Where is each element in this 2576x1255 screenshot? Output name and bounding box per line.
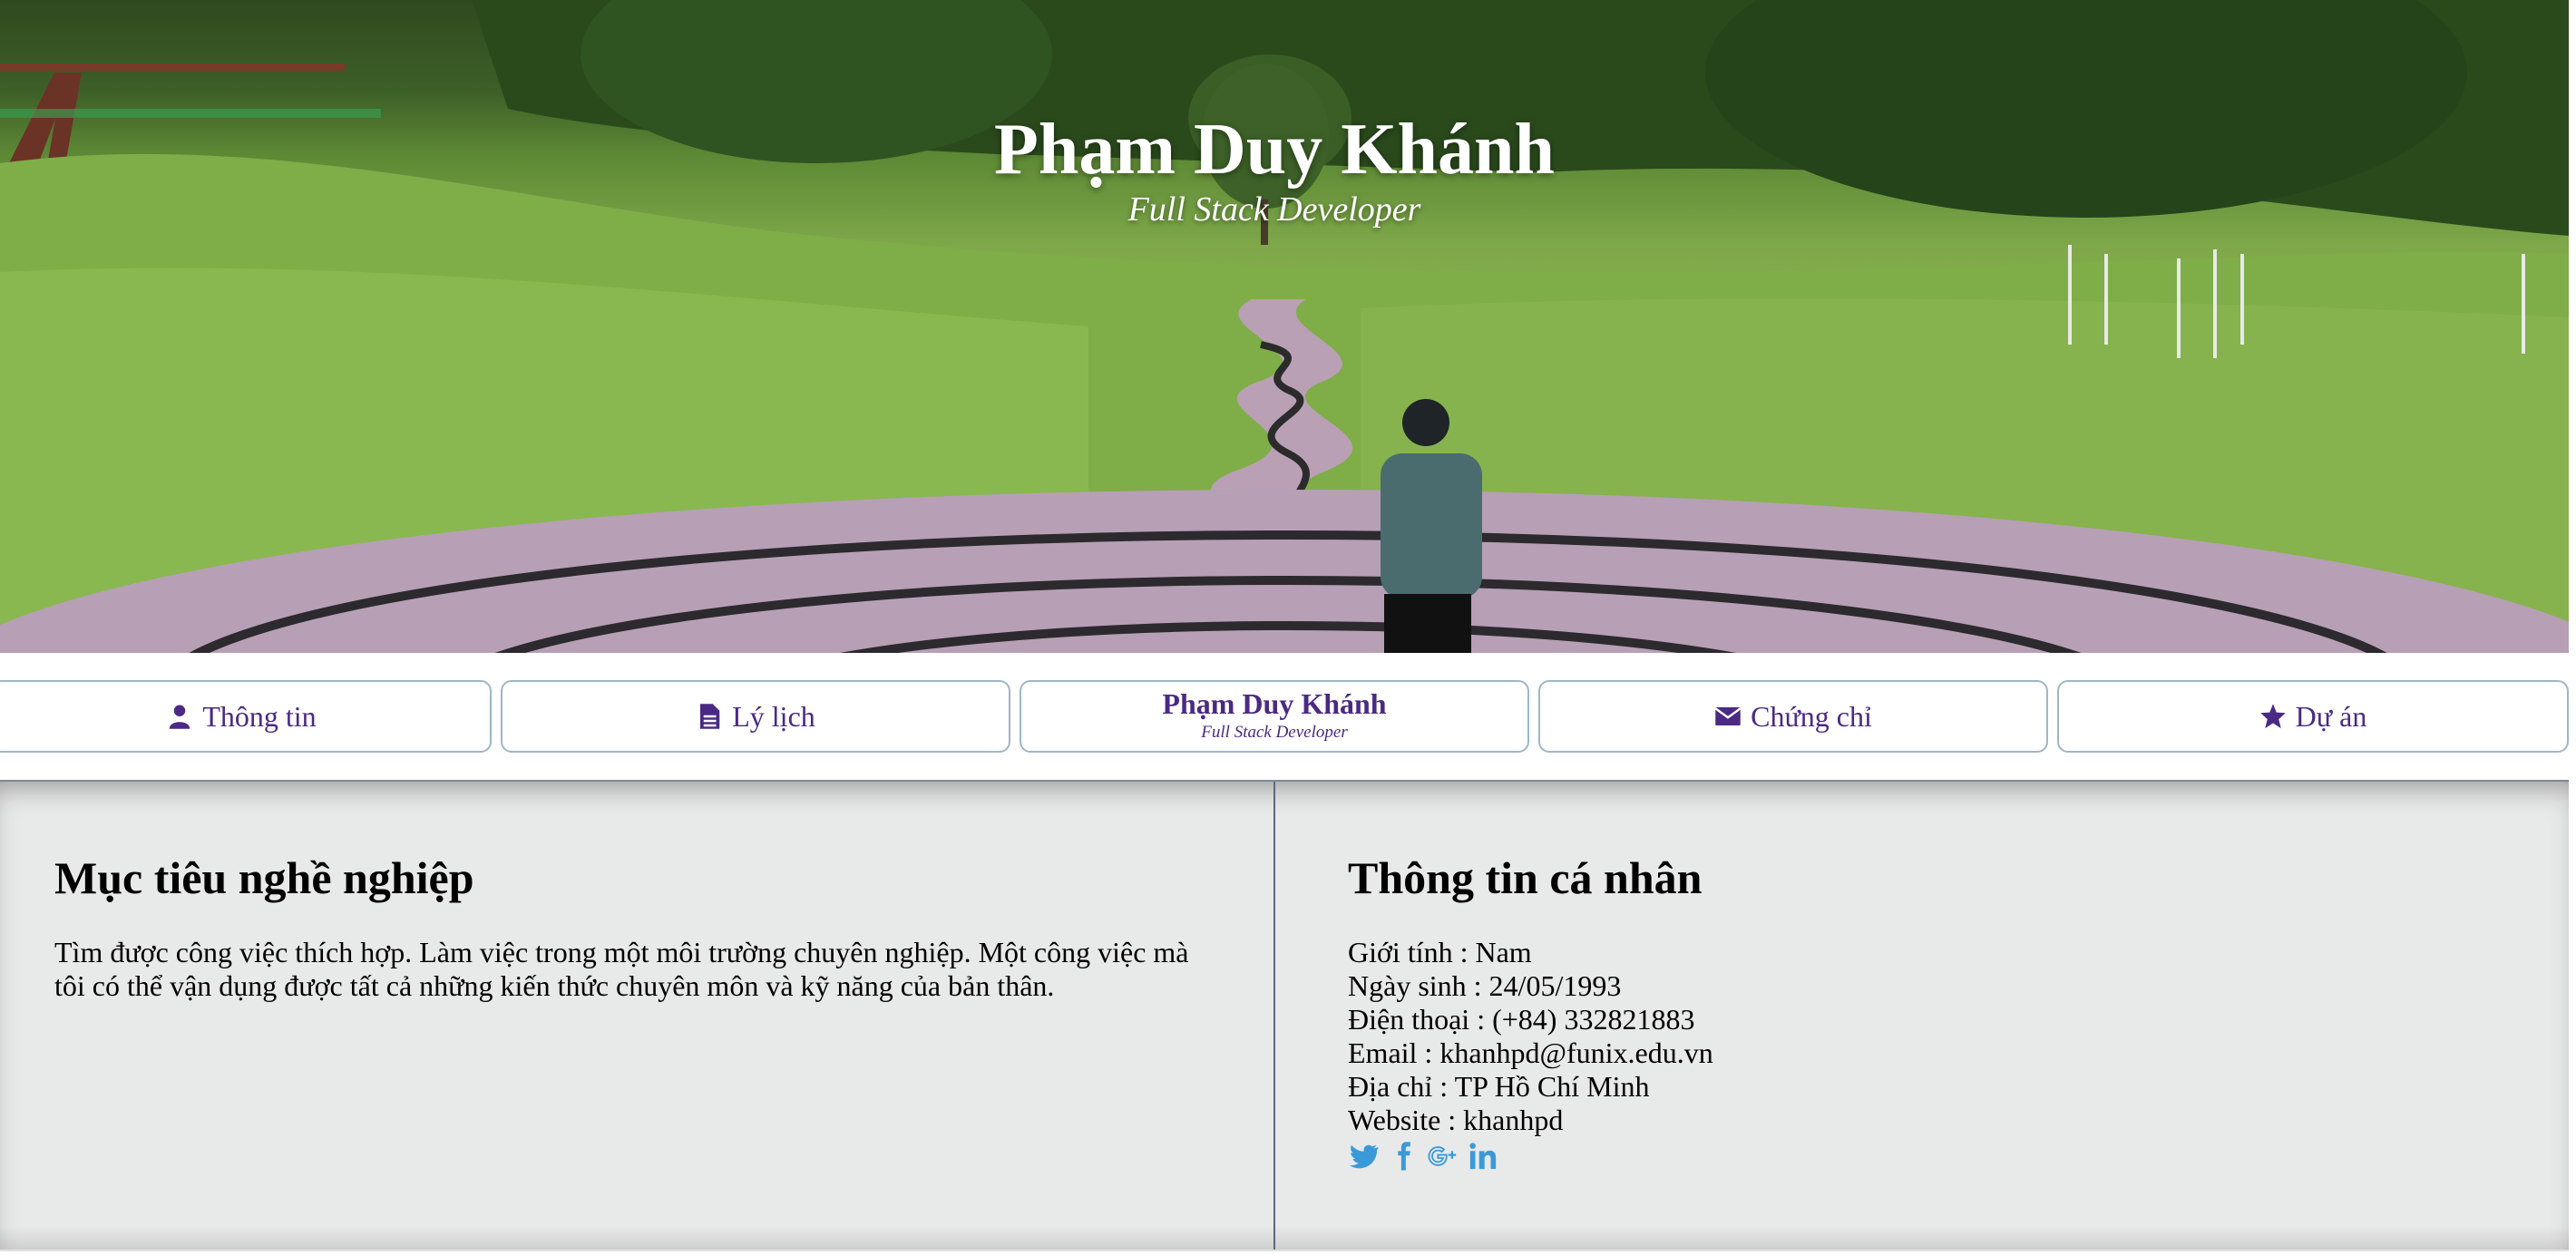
- address-row: Địa chỉ : TP Hồ Chí Minh: [1348, 1070, 1650, 1103]
- star-icon: [2259, 704, 2286, 729]
- file-icon: [700, 704, 720, 729]
- personal-info-section: Thông tin cá nhân Giới tính : Nam Ngày s…: [1348, 843, 2527, 1172]
- content-shadow: [0, 1226, 2569, 1251]
- nav-du-an-label: Dự án: [2295, 699, 2367, 733]
- hero-title: Phạm Duy Khánh: [994, 110, 1555, 190]
- career-objective-line-2: tôi có thể vận dụng được tất cả những ki…: [54, 969, 1055, 1002]
- career-objective-section: Mục tiêu nghề nghiệp Tìm được công việc …: [54, 843, 1234, 1003]
- nav-home-name: Phạm Duy Khánh: [1162, 687, 1387, 720]
- personal-info-list: Giới tính : Nam Ngày sinh : 24/05/1993 Đ…: [1348, 936, 2527, 1137]
- nav-chung-chi-label: Chứng chỉ: [1751, 699, 1872, 733]
- hero-background-image: [0, 0, 2569, 653]
- website-row: Website : khanhpd: [1348, 1104, 1564, 1136]
- gender-row: Giới tính : Nam: [1348, 936, 1532, 968]
- email-row: Email : khanhpd@funix.edu.vn: [1348, 1036, 1713, 1069]
- birthday-row: Ngày sinh : 24/05/1993: [1348, 969, 1622, 1002]
- phone-row: Điện thoại : (+84) 332821883: [1348, 1003, 1695, 1036]
- facebook-icon[interactable]: [1388, 1141, 1419, 1172]
- twitter-icon[interactable]: [1348, 1141, 1379, 1172]
- nav-chung-chi-button[interactable]: Chứng chỉ: [1538, 680, 2048, 753]
- career-objective-title: Mục tiêu nghề nghiệp: [54, 852, 474, 903]
- nav-du-an-button[interactable]: Dự án: [2057, 680, 2569, 753]
- career-objective-line-1: Tìm được công việc thích hợp. Làm việc t…: [54, 936, 1189, 968]
- nav-ly-lich-button[interactable]: Lý lịch: [501, 680, 1010, 753]
- nav-ly-lich-label: Lý lịch: [732, 699, 815, 733]
- column-divider: [1273, 782, 1275, 1250]
- hero-subtitle: Full Stack Developer: [1127, 190, 1421, 229]
- user-icon: [170, 705, 190, 729]
- nav-thong-tin-label: Thông tin: [202, 699, 317, 733]
- linkedin-icon[interactable]: [1468, 1141, 1498, 1172]
- social-links: [1348, 1141, 2527, 1172]
- main-nav: Thông tin Lý lịch Phạm Duy Khánh Full St…: [0, 680, 2569, 756]
- envelope-icon: [1714, 707, 1742, 725]
- career-objective-text: Tìm được công việc thích hợp. Làm việc t…: [54, 936, 1234, 1003]
- nav-home-button[interactable]: Phạm Duy Khánh Full Stack Developer: [1020, 680, 1529, 753]
- google-plus-icon[interactable]: [1428, 1141, 1459, 1172]
- personal-info-title: Thông tin cá nhân: [1348, 852, 1703, 903]
- nav-thong-tin-button[interactable]: Thông tin: [0, 680, 492, 753]
- hero-banner: Phạm Duy Khánh Full Stack Developer: [0, 0, 2569, 653]
- nav-home-role: Full Stack Developer: [1201, 723, 1348, 742]
